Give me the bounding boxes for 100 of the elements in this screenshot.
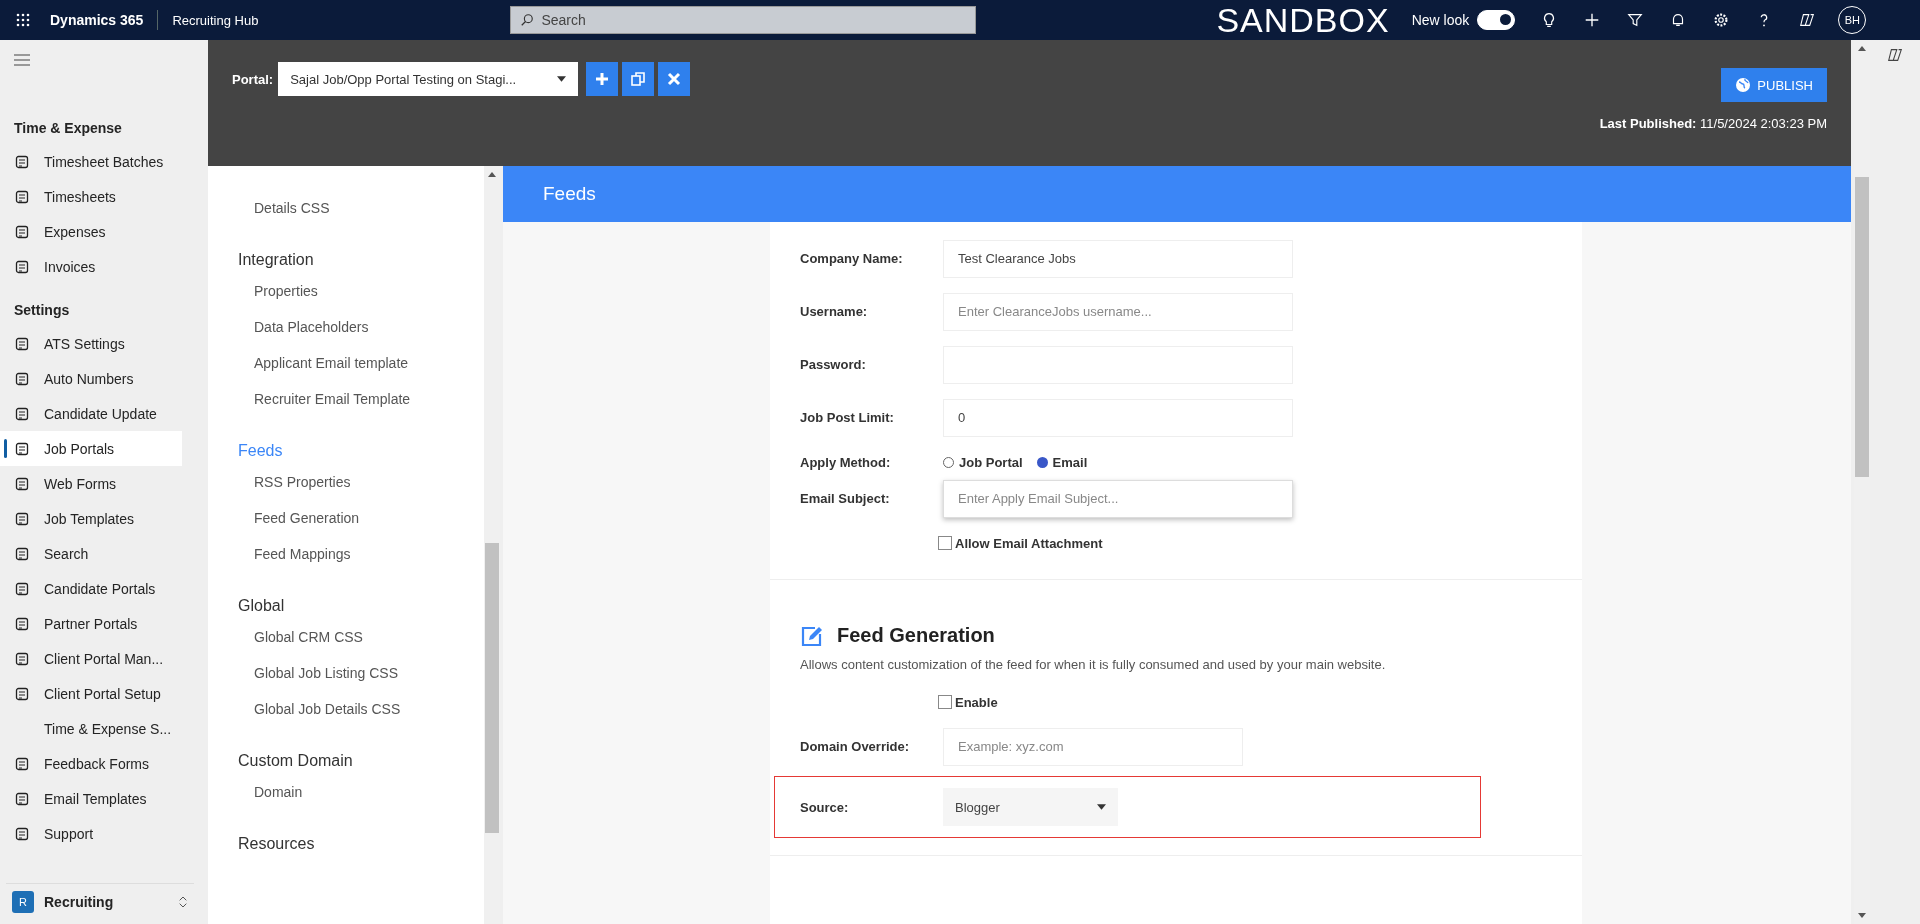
- field-label: Source:: [800, 799, 850, 815]
- new-look-toggle[interactable]: [1477, 10, 1516, 30]
- nav-item-icon: [14, 188, 30, 205]
- section-header: Feeds: [503, 166, 1851, 222]
- nav-item[interactable]: Support: [0, 816, 182, 851]
- sidebar-item[interactable]: Feed Mappings: [238, 544, 484, 580]
- nav-section-title: Time & Expense: [13, 119, 123, 138]
- sidebar-item[interactable]: Global Job Details CSS: [238, 699, 484, 735]
- nav-item-icon: [14, 790, 30, 807]
- nav-item-icon: [14, 755, 30, 772]
- copy-icon: [631, 72, 646, 86]
- section-title: Feed Generation: [837, 624, 995, 647]
- nav-item-icon: [14, 825, 30, 842]
- input-field[interactable]: Test Clearance Jobs: [943, 239, 1293, 278]
- scroll-up-icon[interactable]: [488, 172, 496, 177]
- delete-portal-button[interactable]: [658, 62, 691, 96]
- nav-item-icon: [14, 153, 30, 170]
- nav-item[interactable]: Time & Expense S...: [0, 711, 182, 746]
- sidebar-group-title[interactable]: Integration: [238, 251, 484, 269]
- app-area-title: Recruiting Hub: [172, 12, 259, 28]
- nav-item[interactable]: Job Templates: [0, 501, 182, 536]
- chevron-up-down-icon: [178, 895, 188, 909]
- input-field[interactable]: Enter ClearanceJobs username...: [943, 292, 1293, 331]
- caret-icon: [557, 76, 567, 82]
- environment-label: SANDBOX: [1216, 0, 1390, 40]
- field-label: Job Post Limit:: [800, 410, 895, 425]
- source-dropdown[interactable]: Blogger: [943, 788, 1118, 826]
- input-field[interactable]: Example: xyz.com: [943, 727, 1243, 766]
- nav-item-icon: [14, 405, 30, 422]
- nav-item-icon: [14, 650, 30, 667]
- nav-item[interactable]: Invoices: [0, 249, 182, 284]
- nav-item-icon: [14, 510, 30, 527]
- portal-dropdown[interactable]: Sajal Job/Opp Portal Testing on Stagi...: [278, 62, 579, 96]
- globe-icon: [1735, 77, 1752, 93]
- sidebar-item[interactable]: Applicant Email template: [238, 353, 484, 389]
- checkbox-label: Allow Email Attachment: [955, 535, 1103, 551]
- scroll-down-icon[interactable]: [1858, 913, 1866, 918]
- last-published-text: Last Published: 11/5/2024 2:03:23 PM: [1599, 116, 1827, 131]
- caret-icon: [1097, 804, 1106, 810]
- sidebar-item[interactable]: Details CSS: [238, 198, 484, 234]
- copilot-icon[interactable]: [1798, 11, 1817, 29]
- radio-label: Job Portal: [959, 454, 1023, 470]
- nav-item-icon: [14, 615, 30, 632]
- radio-button[interactable]: [1036, 456, 1048, 468]
- field-label: Password:: [800, 357, 867, 372]
- checkbox[interactable]: [938, 536, 952, 550]
- sidebar-item[interactable]: Domain: [238, 782, 484, 818]
- search-field[interactable]: Search: [510, 6, 977, 34]
- nav-item-icon: [14, 475, 30, 492]
- scroll-up-icon[interactable]: [1858, 46, 1866, 51]
- copy-portal-button[interactable]: [622, 62, 655, 96]
- sidebar-item[interactable]: RSS Properties: [238, 472, 484, 508]
- close-icon: [667, 72, 682, 86]
- nav-item[interactable]: ATS Settings: [0, 326, 182, 361]
- nav-item-icon: [14, 258, 30, 275]
- nav-item[interactable]: Expenses: [0, 214, 182, 249]
- field-label: Domain Override:: [800, 739, 911, 754]
- filter-icon[interactable]: [1626, 11, 1645, 29]
- sidebar-item[interactable]: Global Job Listing CSS: [238, 663, 484, 699]
- nav-item[interactable]: Auto Numbers: [0, 361, 182, 396]
- sidebar-group-title[interactable]: Resources: [238, 835, 484, 853]
- add-portal-button[interactable]: [586, 62, 619, 96]
- input-field[interactable]: Enter Apply Email Subject...: [943, 479, 1293, 518]
- nav-item[interactable]: Email Templates: [0, 781, 182, 816]
- new-look-label: New look: [1411, 12, 1470, 28]
- nav-item[interactable]: Timesheets: [0, 179, 182, 214]
- area-switcher[interactable]: R Recruiting: [6, 883, 194, 920]
- nav-item-icon: [14, 370, 30, 387]
- nav-item[interactable]: Client Portal Setup: [0, 676, 182, 711]
- field-label: Apply Method:: [800, 454, 892, 470]
- publish-button[interactable]: PUBLISH: [1721, 68, 1827, 102]
- nav-item[interactable]: Search: [0, 536, 182, 571]
- checkbox[interactable]: [938, 695, 952, 709]
- sidebar-item[interactable]: Global CRM CSS: [238, 627, 484, 663]
- field-label: Email Subject:: [800, 491, 891, 506]
- nav-item[interactable]: Job Portals: [0, 431, 182, 466]
- nav-item[interactable]: Timesheet Batches: [0, 144, 182, 179]
- scrollbar[interactable]: [484, 166, 500, 924]
- app-name[interactable]: Dynamics 365: [50, 12, 144, 28]
- nav-item[interactable]: Partner Portals: [0, 606, 182, 641]
- sidebar-item[interactable]: Properties: [238, 281, 484, 317]
- sidebar-item[interactable]: Recruiter Email Template: [238, 389, 484, 425]
- sidebar-group-title[interactable]: Global: [238, 597, 484, 615]
- section-description: Allows content customization of the feed for when it is fully consumed and used by your main website.: [799, 657, 1387, 672]
- sidebar-item[interactable]: Data Placeholders: [238, 317, 484, 353]
- app-launcher-icon[interactable]: [16, 13, 30, 27]
- nav-item[interactable]: Candidate Portals: [0, 571, 182, 606]
- nav-item[interactable]: Feedback Forms: [0, 746, 182, 781]
- sidebar-item[interactable]: Feed Generation: [238, 508, 484, 544]
- field-label: Username:: [800, 304, 869, 319]
- copilot-icon[interactable]: [1886, 46, 1904, 64]
- nav-item[interactable]: Candidate Update: [0, 396, 182, 431]
- nav-item[interactable]: Client Portal Man...: [0, 641, 182, 676]
- checkbox-label: Enable: [955, 694, 998, 710]
- sidebar-group-title[interactable]: Custom Domain: [238, 752, 484, 770]
- sidebar-group-title[interactable]: Feeds: [238, 442, 484, 460]
- nav-item[interactable]: Web Forms: [0, 466, 182, 501]
- plus-icon: [595, 72, 610, 86]
- radio-label: Email: [1052, 454, 1088, 470]
- input-field[interactable]: 0: [943, 398, 1293, 437]
